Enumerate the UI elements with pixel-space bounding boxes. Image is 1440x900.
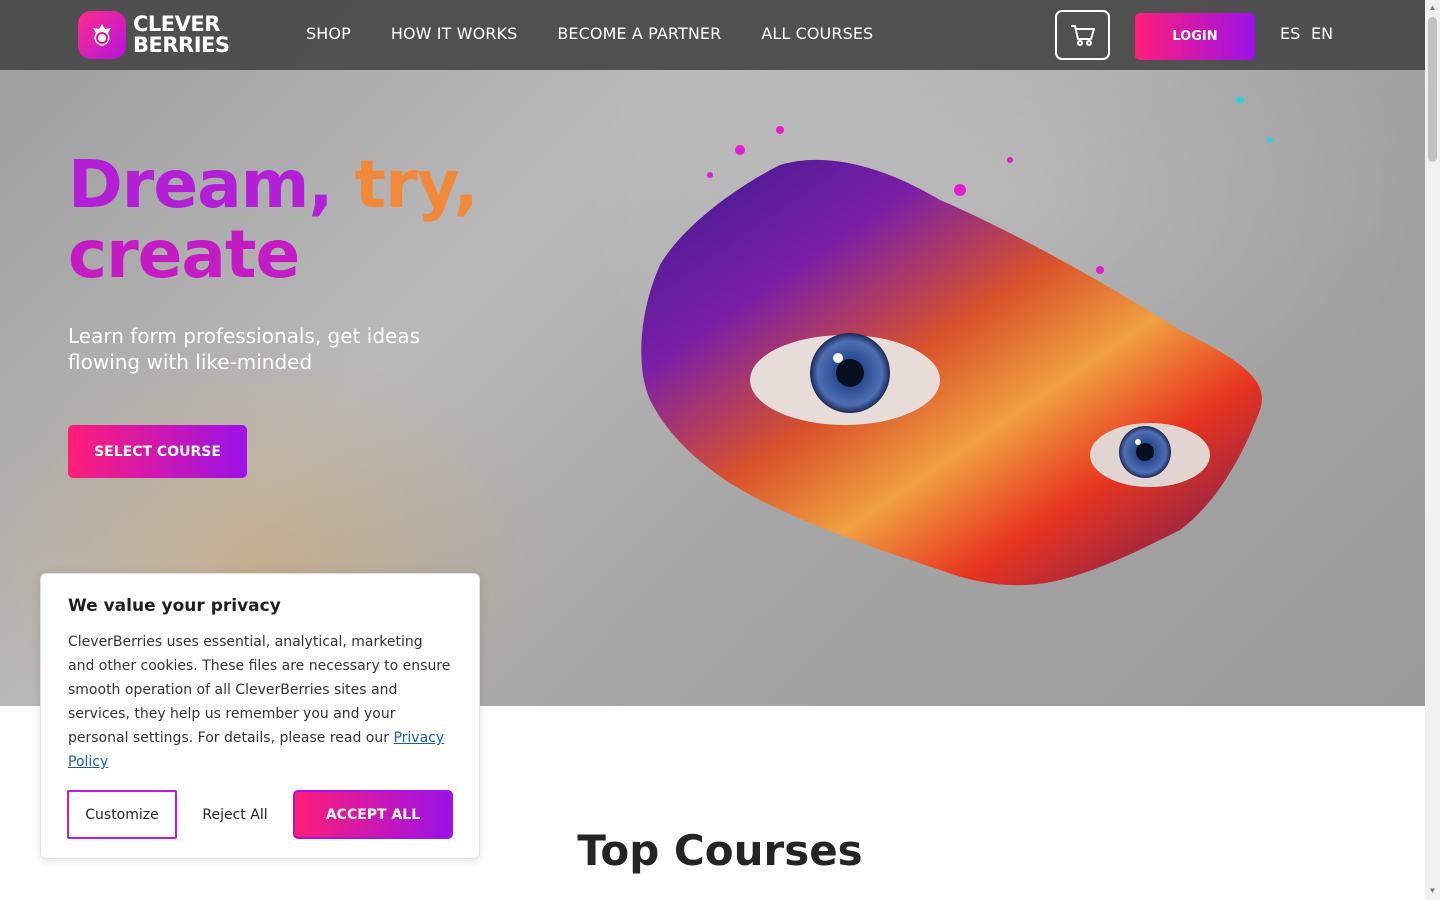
nav-become-partner[interactable]: BECOME A PARTNER bbox=[557, 24, 721, 44]
scroll-thumb[interactable] bbox=[1428, 17, 1437, 162]
main-nav: SHOP HOW IT WORKS BECOME A PARTNER ALL C… bbox=[306, 24, 873, 44]
hero-eyes-illustration bbox=[641, 96, 1273, 586]
accept-all-button[interactable]: ACCEPT ALL bbox=[293, 790, 453, 839]
nav-how-it-works[interactable]: HOW IT WORKS bbox=[391, 24, 518, 44]
hero-subtitle: Learn form professionals, get ideas flow… bbox=[68, 324, 420, 374]
lang-en-link[interactable]: EN bbox=[1311, 24, 1333, 43]
cookie-text: CleverBerries uses essential, analytical… bbox=[68, 634, 451, 770]
scroll-up-icon[interactable]: ▲ bbox=[1428, 3, 1437, 12]
cart-button[interactable] bbox=[1055, 10, 1110, 60]
brand-name: CLEVER BERRIES bbox=[133, 12, 230, 57]
torn-paper-face bbox=[641, 159, 1262, 586]
nav-all-courses[interactable]: ALL COURSES bbox=[761, 24, 873, 44]
customize-button[interactable]: Customize bbox=[67, 790, 177, 839]
login-button[interactable]: LOGIN bbox=[1135, 13, 1255, 60]
scroll-down-icon[interactable]: ▼ bbox=[1428, 886, 1437, 895]
brand-logo[interactable]: CLEVER BERRIES bbox=[78, 11, 238, 59]
site-header: CLEVER BERRIES SHOP HOW IT WORKS BECOME … bbox=[0, 0, 1425, 70]
cookie-banner: We value your privacy CleverBerries uses… bbox=[40, 573, 480, 859]
cookie-title: We value your privacy bbox=[68, 596, 281, 616]
select-course-button[interactable]: SELECT COURSE bbox=[68, 425, 247, 478]
headline-dream: Dream, bbox=[68, 146, 333, 223]
nav-shop[interactable]: SHOP bbox=[306, 24, 351, 44]
reject-all-button[interactable]: Reject All bbox=[191, 790, 279, 839]
headline-try: try, bbox=[354, 146, 478, 223]
berry-logo-icon bbox=[78, 11, 126, 59]
page-scrollbar[interactable]: ▲ ▼ bbox=[1425, 0, 1440, 900]
cart-icon bbox=[1070, 25, 1095, 46]
lang-es-link[interactable]: ES bbox=[1280, 24, 1300, 43]
headline-create: create bbox=[68, 216, 300, 293]
hero-headline: Dream, try, create bbox=[68, 150, 628, 290]
